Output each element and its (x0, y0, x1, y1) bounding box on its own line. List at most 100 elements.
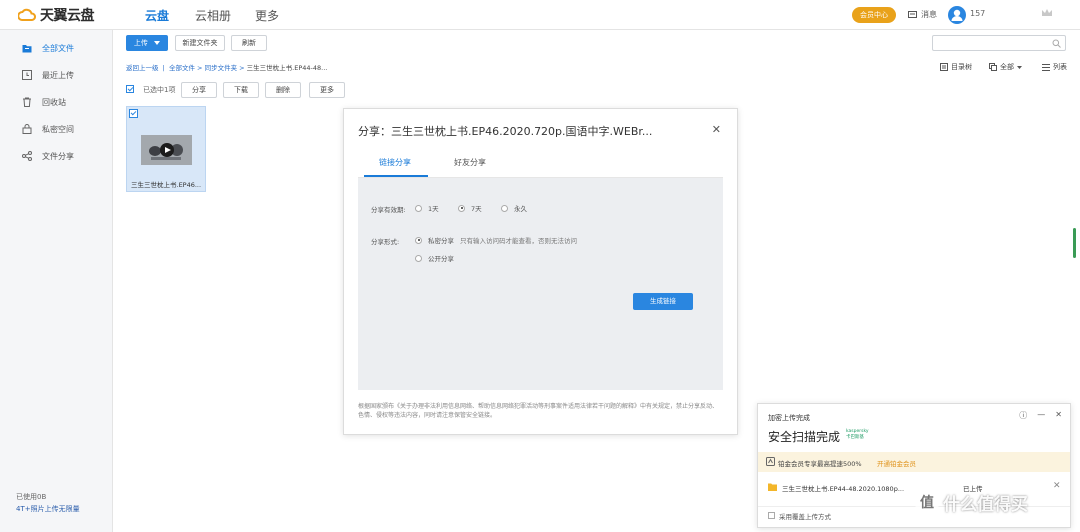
close-icon[interactable]: ✕ (712, 123, 721, 136)
share-icon (22, 151, 32, 161)
username[interactable]: 157 (970, 9, 985, 18)
public-share-radio[interactable]: 公开分享 (415, 253, 454, 263)
validity-radio-7days[interactable]: 7天 (458, 203, 482, 213)
tab-link-share[interactable]: 链接分享 (379, 157, 411, 168)
file-card[interactable]: 三生三世枕上书.EP46... (126, 106, 206, 192)
validity-radio-1day[interactable]: 1天 (415, 203, 439, 213)
play-icon[interactable] (160, 143, 174, 157)
promo-text: 铂金会员专享最高提速500% (778, 460, 862, 468)
close-icon[interactable]: ✕ (1055, 410, 1062, 421)
breadcrumb-sync-folder[interactable]: 同步文件夹 (205, 64, 238, 72)
caret-down-icon (1017, 65, 1022, 69)
selection-count: 已选中1项 (143, 86, 176, 94)
radio-icon (415, 204, 422, 212)
tab-cloud-album[interactable]: 云相册 (195, 7, 231, 24)
tab-more[interactable]: 更多 (255, 7, 279, 24)
watermark-badge: 值 (915, 490, 939, 515)
video-thumbnail[interactable] (141, 135, 192, 165)
list-icon (1042, 63, 1050, 71)
list-view-toggle[interactable]: 列表 (1042, 62, 1067, 72)
directory-tree-label: 目录树 (951, 63, 972, 71)
generate-link-button[interactable]: 生成链接 (633, 293, 693, 310)
tab-friend-share[interactable]: 好友分享 (454, 157, 486, 168)
upload-panel-controls: ⓘ — ✕ (1019, 410, 1062, 421)
share-form-label: 分享形式: (371, 238, 400, 246)
search-icon (1052, 39, 1061, 48)
upload-label: 上传 (133, 39, 148, 47)
breadcrumb-separator: > (197, 64, 205, 72)
directory-tree-toggle[interactable]: 目录树 (940, 62, 972, 72)
vip-center-button[interactable]: 会员中心 (852, 7, 896, 23)
overwrite-label: 采用覆盖上传方式 (779, 513, 831, 521)
file-checkbox[interactable] (129, 109, 138, 118)
open-platinum-link[interactable]: 开通铂金会员 (877, 458, 916, 468)
sidebar-item-label: 最近上传 (42, 70, 74, 80)
avatar[interactable] (948, 6, 966, 24)
info-icon[interactable]: ⓘ (1019, 410, 1027, 421)
more-actions-button[interactable]: 更多 (309, 82, 345, 98)
copy-icon (989, 63, 997, 71)
upload-file-name: 三生三世枕上书.EP44-48.2020.1080p... (782, 485, 905, 493)
sidebar-item-private-space[interactable]: 私密空间 (0, 119, 113, 139)
radio-icon (415, 254, 422, 262)
logo[interactable]: 天翼云盘 (18, 5, 95, 25)
file-name: 三生三世枕上书.EP46... (131, 181, 202, 189)
dialog-title: 分享：三生三世枕上书.EP46.2020.720p.国语中字.WEBr... (358, 125, 653, 138)
legal-disclaimer: 根据国家颁布《关于办理非法利用信息网络、帮助信息网络犯罪活动等刑事案件适用法律若… (358, 403, 719, 419)
messages-link[interactable]: 消息 (908, 9, 937, 20)
new-folder-button[interactable]: 新建文件夹 (175, 35, 225, 51)
sidebar-item-all-files[interactable]: 全部文件 (0, 38, 113, 58)
watermark-text: 什么值得买 (943, 495, 1028, 515)
kaspersky-logo: kaspersky 卡巴斯基 (846, 429, 869, 440)
storage-promo-link[interactable]: 4T+照片上传无限量 (16, 504, 80, 514)
trash-icon (23, 97, 31, 107)
tree-icon (940, 63, 948, 71)
sidebar-item-recycle-bin[interactable]: 回收站 (0, 92, 113, 112)
sidebar-item-label: 全部文件 (42, 43, 74, 53)
user-icon (951, 9, 963, 21)
vip-promo-banner: 铂金会员专享最高提速500% 开通铂金会员 (758, 452, 1070, 472)
upload-button[interactable]: 上传 (126, 35, 168, 51)
breadcrumb-divider: | (160, 64, 169, 72)
selection-toolbar: 已选中1项 分享 下载 删除 更多 (126, 82, 1076, 98)
breadcrumb: 返回上一级 | 全部文件 > 同步文件夹 > 三生三世枕上书.EP44-48..… (126, 62, 327, 72)
private-share-radio[interactable]: 私密分享 只有输入访问码才能查看，否则无法访问 (415, 235, 577, 245)
storage-used: 已使用0B (16, 493, 47, 501)
refresh-button[interactable]: 刷新 (231, 35, 267, 51)
speed-icon (766, 457, 775, 466)
radio-label: 永久 (514, 205, 527, 213)
upload-panel-title: 加密上传完成 (768, 414, 810, 422)
radio-label: 1天 (428, 205, 439, 213)
minimize-icon[interactable]: — (1037, 410, 1045, 421)
share-dialog: 分享：三生三世枕上书.EP46.2020.720p.国语中字.WEBr... ✕… (343, 108, 738, 435)
sidebar-item-recent-uploads[interactable]: 最近上传 (0, 65, 113, 85)
sidebar-item-label: 文件分享 (42, 151, 74, 161)
select-all-checkbox[interactable] (126, 85, 134, 93)
watermark: 值 什么值得买 (915, 490, 1028, 515)
cloud-logo-icon (18, 8, 36, 21)
tab-cloud-disk[interactable]: 云盘 (145, 7, 169, 24)
breadcrumb-back-link[interactable]: 返回上一级 (126, 64, 159, 72)
validity-radio-forever[interactable]: 永久 (501, 203, 527, 213)
top-bar: 天翼云盘 云盘 云相册 更多 会员中心 消息 157 (0, 0, 1080, 30)
download-button[interactable]: 下载 (223, 82, 259, 98)
sidebar-item-label: 回收站 (42, 97, 66, 107)
breadcrumb-separator: > (239, 64, 247, 72)
scrollbar[interactable] (1073, 228, 1076, 258)
overwrite-checkbox[interactable] (768, 512, 775, 519)
breadcrumb-current: 三生三世枕上书.EP44-48... (246, 64, 328, 72)
lock-icon (22, 124, 32, 134)
filter-all-dropdown[interactable]: 全部 (989, 62, 1022, 72)
share-button[interactable]: 分享 (181, 82, 217, 98)
messages-label: 消息 (921, 10, 937, 19)
remove-upload-icon[interactable]: ✕ (1053, 481, 1061, 491)
security-scan-title: 安全扫描完成 (768, 430, 841, 444)
delete-button[interactable]: 删除 (265, 82, 301, 98)
breadcrumb-all-files[interactable]: 全部文件 (169, 64, 195, 72)
sidebar-item-file-share[interactable]: 文件分享 (0, 146, 113, 166)
radio-selected-icon (458, 204, 465, 212)
folder-icon (768, 483, 777, 491)
radio-label: 公开分享 (428, 255, 454, 263)
clock-icon (22, 70, 32, 80)
search-input[interactable] (932, 35, 1066, 51)
